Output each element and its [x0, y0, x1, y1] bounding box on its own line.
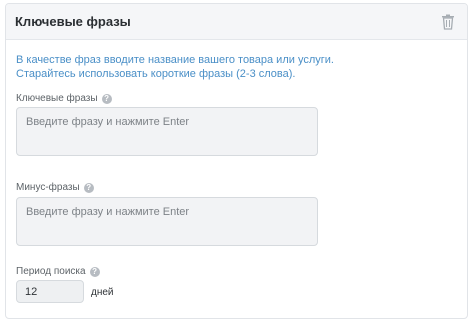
panel-header: Ключевые фразы — [6, 4, 467, 40]
panel-title: Ключевые фразы — [15, 14, 131, 29]
description-line-2: Старайтесь использовать короткие фразы (… — [16, 68, 296, 80]
search-period-value: 12 — [25, 286, 38, 298]
search-period-input[interactable]: 12 — [16, 280, 84, 303]
minus-phrases-placeholder: Введите фразу и нажмите Enter — [26, 206, 190, 218]
panel-description: В качестве фраз вводите название вашего … — [16, 53, 436, 81]
search-period-label-text: Период поиска — [16, 266, 86, 277]
search-period-label: Период поиска ? — [16, 266, 100, 277]
keywords-label-text: Ключевые фразы — [16, 93, 98, 104]
trash-icon[interactable] — [441, 14, 455, 30]
minus-phrases-input[interactable]: Введите фразу и нажмите Enter — [16, 197, 318, 246]
days-unit-label: дней — [91, 287, 114, 298]
description-line-1: В качестве фраз вводите название вашего … — [16, 54, 334, 66]
keyword-phrases-panel: Ключевые фразы В качестве фраз вводите н… — [5, 3, 468, 319]
keywords-input[interactable]: Введите фразу и нажмите Enter — [16, 107, 318, 156]
minus-phrases-label: Минус-фразы ? — [16, 182, 94, 193]
question-icon[interactable]: ? — [101, 93, 112, 104]
question-icon[interactable]: ? — [83, 182, 94, 193]
keywords-label: Ключевые фразы ? — [16, 93, 112, 104]
question-icon[interactable]: ? — [89, 266, 100, 277]
keywords-placeholder: Введите фразу и нажмите Enter — [26, 116, 190, 128]
minus-phrases-label-text: Минус-фразы — [16, 182, 80, 193]
